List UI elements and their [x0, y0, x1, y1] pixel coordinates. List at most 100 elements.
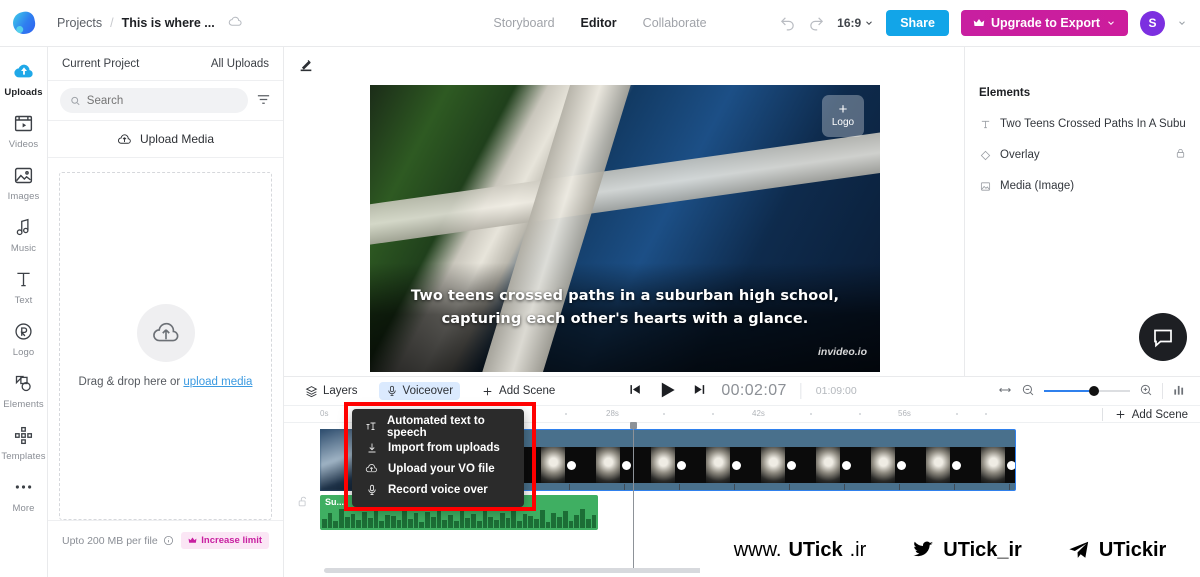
plus-icon: + — [838, 101, 848, 118]
video-thumb — [596, 430, 651, 490]
layers-button[interactable]: Layers — [298, 382, 365, 401]
uploads-panel-footer: Upto 200 MB per file Increase limit — [48, 520, 283, 560]
sidebar-label-more: More — [12, 503, 35, 514]
color-picker-icon[interactable] — [298, 57, 314, 76]
video-preview-stage[interactable]: + Logo Two teens crossed paths in a subu… — [370, 85, 880, 372]
info-icon[interactable] — [163, 535, 174, 546]
add-scene-right-button[interactable]: Add Scene — [1101, 408, 1188, 421]
zoom-out-icon[interactable] — [1021, 383, 1035, 400]
sidebar-item-logo[interactable]: Logo — [0, 319, 48, 358]
aspect-ratio-selector[interactable]: 16:9 — [837, 16, 874, 30]
ruler-dot — [712, 413, 714, 415]
sidebar-item-images[interactable]: Images — [0, 163, 48, 202]
sidebar-label-logo: Logo — [12, 347, 35, 358]
sidebar-label-images: Images — [7, 191, 40, 202]
upload-media-label: Upload Media — [139, 132, 215, 146]
breadcrumb-projects-link[interactable]: Projects — [57, 16, 102, 30]
add-scene-button[interactable]: Add Scene — [474, 382, 562, 401]
share-button[interactable]: Share — [886, 10, 949, 36]
timeline-horizontal-scrollbar[interactable] — [324, 568, 714, 573]
upload-dropzone[interactable]: Drag & drop here or upload media — [59, 172, 272, 520]
cloud-upload-icon — [365, 462, 378, 475]
undo-icon[interactable] — [779, 15, 796, 32]
registered-r-icon — [13, 319, 34, 343]
twitter-bird-icon — [910, 539, 936, 561]
element-label-overlay: Overlay — [1000, 149, 1040, 161]
time-divider — [800, 383, 802, 399]
avatar[interactable]: S — [1140, 10, 1165, 36]
sidebar-item-uploads[interactable]: Uploads — [0, 59, 48, 98]
menu-item-automated-text-to-speech[interactable]: Automated text to speech — [352, 415, 524, 439]
increase-limit-button[interactable]: Increase limit — [181, 532, 269, 549]
element-row-media[interactable]: Media (Image) — [979, 173, 1186, 199]
add-scene-label: Add Scene — [499, 385, 556, 397]
sidebar-item-videos[interactable]: Videos — [0, 111, 48, 150]
chat-support-button[interactable] — [1139, 313, 1187, 361]
subtitle-overlay[interactable]: Two teens crossed paths in a suburban hi… — [370, 285, 880, 330]
skip-previous-icon[interactable] — [627, 382, 642, 400]
unlock-icon[interactable] — [297, 495, 310, 511]
search-icon — [71, 96, 80, 105]
sidebar-item-more[interactable]: More — [0, 475, 48, 514]
lock-icon[interactable] — [1175, 148, 1186, 162]
cloud-upload-icon — [13, 59, 35, 83]
chevron-down-icon — [1108, 21, 1114, 25]
redo-icon[interactable] — [808, 15, 825, 32]
elements-panel-title: Elements — [979, 87, 1031, 99]
search-input[interactable] — [86, 94, 238, 107]
tab-current-project[interactable]: Current Project — [62, 58, 139, 70]
menu-item-record-voice-over[interactable]: Record voice over — [352, 479, 524, 500]
nav-editor[interactable]: Editor — [581, 16, 617, 30]
watermark-twitter: UTick_ir — [910, 539, 1022, 562]
zoom-in-icon[interactable] — [1139, 383, 1153, 400]
sidebar-label-videos: Videos — [8, 139, 39, 150]
shapes-icon — [13, 371, 34, 395]
chevron-down-icon[interactable] — [1177, 18, 1187, 28]
fit-width-icon[interactable] — [998, 383, 1012, 400]
watermark-website-prefix: www. — [733, 538, 782, 561]
menu-item-import-from-uploads[interactable]: Import from uploads — [352, 437, 524, 458]
search-box[interactable] — [60, 88, 248, 113]
invideo-logo-icon[interactable] — [10, 9, 38, 37]
playhead[interactable] — [630, 422, 637, 573]
skip-next-icon[interactable] — [692, 382, 707, 400]
plus-icon — [483, 387, 492, 395]
element-row-text[interactable]: Two Teens Crossed Paths In A Suburba... — [979, 111, 1186, 137]
ruler-dot — [956, 413, 958, 415]
upgrade-to-export-button[interactable]: Upgrade to Export — [960, 10, 1128, 36]
video-thumb — [816, 430, 871, 490]
ellipsis-icon — [13, 475, 34, 499]
zoom-slider[interactable] — [1044, 386, 1130, 396]
upload-media-button[interactable]: Upload Media — [48, 121, 283, 158]
ruler-tick-4: 56s — [898, 409, 911, 418]
file-limit-text: Upto 200 MB per file — [62, 535, 174, 547]
cloud-upload-icon — [118, 133, 131, 144]
menu-item-upload-vo-file[interactable]: Upload your VO file — [352, 458, 524, 479]
tab-all-uploads[interactable]: All Uploads — [211, 58, 269, 70]
sidebar-item-text[interactable]: Text — [0, 267, 48, 306]
project-title[interactable]: This is where ... — [122, 16, 215, 30]
element-row-overlay[interactable]: Overlay — [979, 142, 1186, 168]
voiceover-button[interactable]: Voiceover — [378, 382, 461, 400]
nav-storyboard[interactable]: Storyboard — [493, 16, 554, 30]
upload-media-link[interactable]: upload media — [183, 376, 252, 388]
header-nav: Storyboard Editor Collaborate — [493, 16, 706, 30]
ruler-tick-2: 28s — [606, 409, 619, 418]
sidebar-label-templates: Templates — [1, 451, 46, 462]
microphone-icon — [365, 484, 378, 496]
audio-levels-icon[interactable] — [1172, 383, 1186, 400]
filter-icon[interactable] — [256, 92, 271, 110]
sidebar-item-templates[interactable]: Templates — [0, 423, 48, 462]
nav-collaborate[interactable]: Collaborate — [643, 16, 707, 30]
sidebar-item-music[interactable]: Music — [0, 215, 48, 254]
watermark-website-suffix: .ir — [849, 538, 867, 561]
element-label-text: Two Teens Crossed Paths In A Suburba... — [1000, 118, 1186, 130]
chevron-down-icon — [866, 21, 873, 25]
watermark-twitter-handle: UTick_ir — [943, 538, 1022, 561]
video-thumb — [706, 430, 761, 490]
zoom-slider-knob[interactable] — [1088, 386, 1099, 396]
sidebar-item-elements[interactable]: Elements — [0, 371, 48, 410]
play-icon[interactable] — [656, 379, 678, 404]
logo-placeholder-button[interactable]: + Logo — [822, 95, 864, 137]
menu-label-import: Import from uploads — [388, 441, 500, 454]
